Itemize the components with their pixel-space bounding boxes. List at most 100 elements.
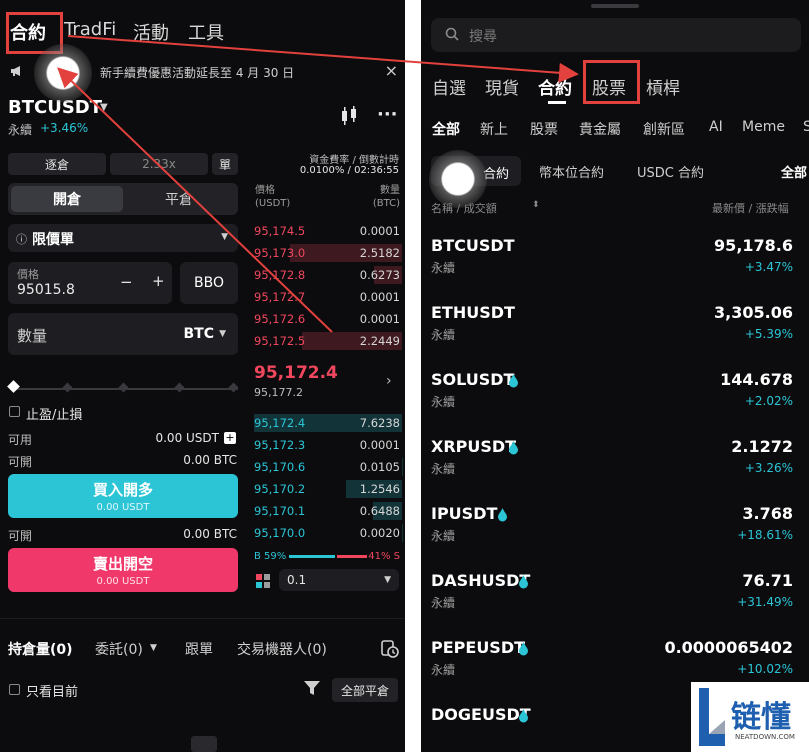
market-list-item[interactable]: SOLUSDT 永續 144.678 +2.02% (431, 370, 809, 436)
sell-ratio: 41% S (368, 551, 400, 562)
leverage-button[interactable]: 2.33x (110, 153, 208, 175)
orderbook-bid-row[interactable]: 95,172.3 0.0001 (254, 435, 402, 455)
position-mode-button[interactable]: 單 (212, 153, 238, 175)
subtab-stocks[interactable]: 股票 (530, 119, 558, 139)
history-icon[interactable] (381, 640, 399, 662)
chip-all[interactable]: 全部 (781, 162, 807, 181)
search-input[interactable]: 搜尋 (431, 18, 801, 52)
ask-qty: 0.6273 (359, 268, 400, 282)
coin-type: 永續 (431, 596, 456, 610)
top-tab-tradfi[interactable]: TradFi (64, 19, 116, 40)
open-position-tab[interactable]: 開倉 (11, 186, 123, 212)
tab-spot[interactable]: 現貨 (485, 74, 519, 99)
coin-change: +5.39% (744, 327, 793, 341)
tab-copy-trading[interactable]: 跟單 (185, 639, 213, 659)
slider-handle[interactable] (7, 380, 20, 393)
subtab-innovation[interactable]: 創新區 (643, 119, 685, 139)
slider-step[interactable] (62, 382, 73, 393)
subtab-ai[interactable]: AI (709, 119, 723, 135)
orderbook-ask-row[interactable]: 95,172.8 0.6273 (254, 265, 402, 285)
more-icon[interactable]: ··· (377, 104, 398, 125)
decrement-button[interactable]: − (120, 273, 133, 291)
close-position-tab[interactable]: 平倉 (123, 186, 235, 212)
orderbook-ask-row[interactable]: 95,174.5 0.0001 (254, 221, 402, 241)
sell-short-button[interactable]: 賣出開空 0.00 USDT (8, 548, 238, 592)
depth-step-value: 0.1 (287, 573, 307, 587)
close-icon[interactable]: × (385, 61, 398, 80)
market-list-item[interactable]: BTCUSDT 永續 95,178.6 +3.47% (431, 236, 809, 302)
tab-margin[interactable]: 槓桿 (646, 74, 680, 99)
transfer-plus-icon[interactable]: + (224, 432, 236, 444)
orderbook-bid-row[interactable]: 95,170.0 0.0020 (254, 523, 402, 543)
coin-price: 144.678 (720, 370, 793, 389)
quantity-unit[interactable]: BTC (184, 326, 215, 342)
margin-mode-button[interactable]: 逐倉 (8, 153, 106, 175)
bid-price: 95,170.2 (254, 482, 306, 496)
chevron-down-icon: ▼ (219, 329, 226, 339)
orderbook-bid-row[interactable]: 95,170.1 0.6488 (254, 501, 402, 521)
orderbook-bid-row[interactable]: 95,172.4 7.6238 (254, 413, 402, 433)
chip-coin-margined[interactable]: 幣本位合約 (539, 162, 604, 181)
search-icon (445, 26, 459, 45)
order-type-select[interactable]: ⓘ 限價單 ▼ (8, 224, 238, 252)
coin-type: 永續 (431, 395, 456, 409)
depth-layout-icon[interactable] (256, 573, 270, 592)
sort-icon[interactable]: ⬍ (532, 200, 540, 210)
price-value[interactable]: 95015.8 (17, 282, 75, 298)
coin-change: +3.47% (744, 260, 793, 274)
subtab-new[interactable]: 新上 (480, 119, 508, 139)
market-list-item[interactable]: ETHUSDT 永續 3,305.06 +5.39% (431, 303, 809, 369)
candlestick-icon[interactable] (340, 106, 358, 130)
orderbook-ask-row[interactable]: 95,172.6 0.0001 (254, 309, 402, 329)
price-input[interactable]: 價格 95015.8 − + (8, 262, 172, 304)
close-all-button[interactable]: 全部平倉 (332, 678, 398, 702)
depth-step-select[interactable]: 0.1 ▼ (279, 569, 399, 591)
hot-drop-icon (508, 441, 518, 455)
highlight-box (583, 60, 640, 104)
chip-usdc-futures[interactable]: USDC 合約 (637, 162, 704, 181)
subtab-metals[interactable]: 貴金屬 (579, 119, 621, 139)
tab-favorites[interactable]: 自選 (432, 74, 466, 99)
info-icon: ⓘ (16, 233, 27, 246)
subtab-all[interactable]: 全部 (432, 119, 460, 139)
quantity-input[interactable]: 數量 BTC ▼ (8, 313, 238, 355)
filter-icon[interactable] (304, 681, 320, 700)
chevron-right-icon[interactable]: › (386, 373, 392, 389)
tab-positions[interactable]: 持倉量(0) (8, 639, 73, 659)
subtab-meme[interactable]: Meme (742, 119, 785, 135)
subtab-more[interactable]: S (803, 119, 809, 135)
slider-step[interactable] (118, 382, 129, 393)
column-price-header[interactable]: 最新價 / 漲跌幅 (712, 200, 789, 216)
top-tab-tools[interactable]: 工具 (188, 19, 224, 45)
orderbook-ask-row[interactable]: 95,172.5 2.2449 (254, 331, 402, 351)
logo-l-icon (699, 688, 725, 746)
tab-futures[interactable]: 合約 (538, 74, 572, 99)
buy-long-button[interactable]: 買入開多 0.00 USDT (8, 474, 238, 518)
drag-handle[interactable] (591, 4, 639, 8)
market-list-item[interactable]: IPUSDT 永續 3.768 +18.61% (431, 504, 809, 570)
orderbook-ask-row[interactable]: 95,172.7 0.0001 (254, 287, 402, 307)
ask-price: 95,173.0 (254, 246, 306, 260)
bbo-button[interactable]: BBO (180, 262, 238, 304)
orderbook-bid-row[interactable]: 95,170.2 1.2546 (254, 479, 402, 499)
orderbook-bid-row[interactable]: 95,170.6 0.0105 (254, 457, 402, 477)
slider-step[interactable] (174, 382, 185, 393)
tab-trading-bots[interactable]: 交易機器人(0) (237, 639, 327, 659)
orderbook-ask-row[interactable]: 95,173.0 2.5182 (254, 243, 402, 263)
slider-step[interactable] (228, 382, 239, 393)
divider (0, 618, 405, 619)
market-list-item[interactable]: XRPUSDT 永續 2.1272 +3.26% (431, 437, 809, 503)
coin-price: 3,305.06 (714, 303, 793, 322)
orderbook-qty-header: 數量 (BTC) (372, 185, 400, 209)
top-tab-events[interactable]: 活動 (133, 19, 169, 45)
ask-qty: 0.0001 (359, 312, 400, 326)
chevron-down-icon[interactable]: ▼ (100, 102, 108, 113)
increment-button[interactable]: + (152, 272, 165, 290)
market-list-item[interactable]: DASHUSDT 永續 76.71 +31.49% (431, 571, 809, 637)
can-open-label: 可開 (8, 529, 33, 543)
notice-text: 新手續費優惠活動延長至 4 月 30 日 (100, 66, 295, 80)
tab-orders[interactable]: 委託(0) (95, 639, 143, 659)
last-price: 95,172.4 (254, 363, 338, 383)
tpsl-checkbox[interactable] (9, 406, 20, 417)
only-current-checkbox[interactable] (9, 684, 20, 695)
